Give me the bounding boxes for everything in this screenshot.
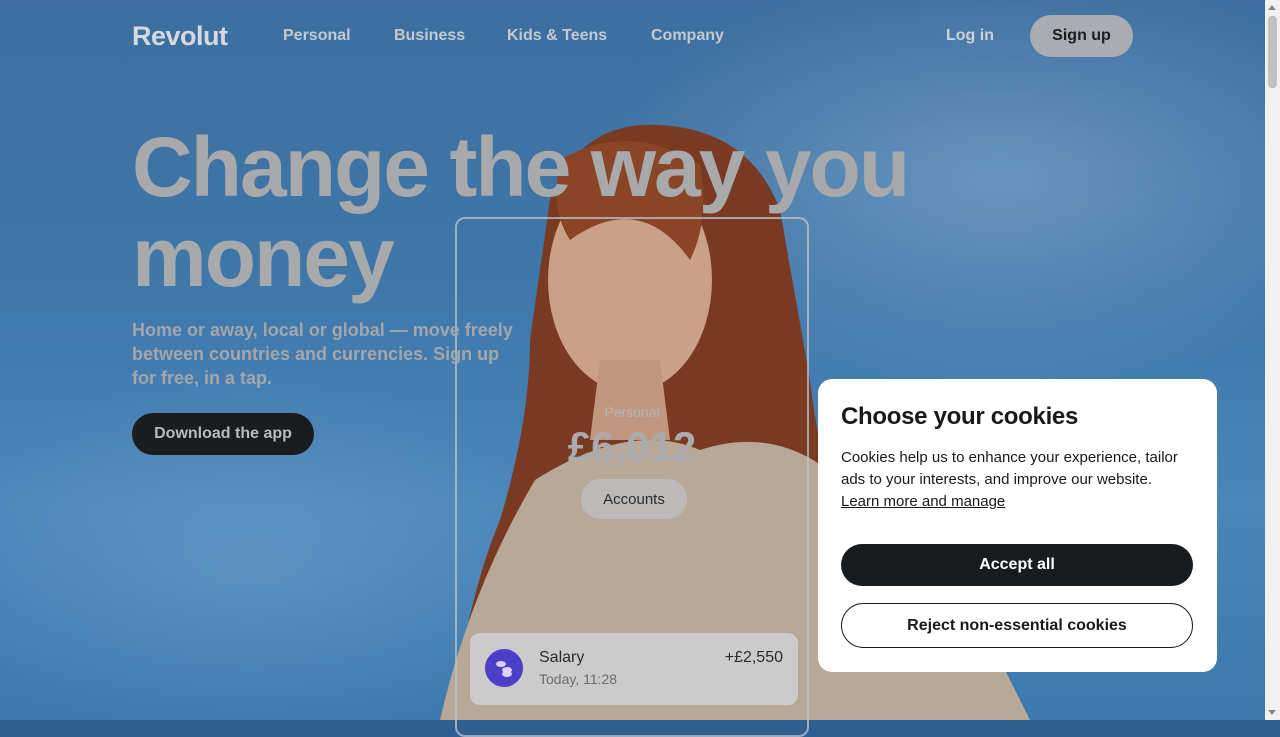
scroll-up-arrow-icon[interactable]	[1268, 5, 1276, 10]
login-link[interactable]: Log in	[946, 27, 994, 45]
cookie-dialog: Choose your cookies Cookies help us to e…	[818, 379, 1217, 672]
learn-more-link[interactable]: Learn more and manage	[841, 491, 1005, 513]
transaction-title: Salary	[539, 649, 585, 666]
cookie-body: Cookies help us to enhance your experien…	[841, 449, 1178, 488]
cookie-description: Cookies help us to enhance your experien…	[841, 447, 1186, 513]
nav-company[interactable]: Company	[651, 27, 724, 45]
download-app-button[interactable]: Download the app	[132, 413, 314, 455]
signup-button[interactable]: Sign up	[1030, 15, 1133, 57]
coins-icon	[485, 649, 523, 687]
account-label: Personal	[604, 404, 660, 420]
scroll-down-arrow-icon[interactable]	[1268, 710, 1276, 715]
nav-personal[interactable]: Personal	[283, 27, 351, 45]
transaction-time: Today, 11:28	[539, 671, 618, 687]
accounts-button[interactable]: Accounts	[581, 479, 687, 519]
hero-headline: Change the way you money	[132, 120, 910, 304]
revolut-logo[interactable]: Revolut	[132, 21, 228, 52]
scroll-thumb[interactable]	[1268, 16, 1277, 88]
nav-business[interactable]: Business	[394, 27, 465, 45]
transaction-amount: +£2,550	[724, 649, 783, 666]
cookie-title: Choose your cookies	[841, 403, 1079, 430]
page-scrollbar[interactable]	[1265, 0, 1280, 720]
nav-kids-teens[interactable]: Kids & Teens	[507, 27, 607, 45]
reject-cookies-button[interactable]: Reject non-essential cookies	[841, 603, 1193, 648]
top-navigation: Revolut Personal Business Kids & Teens C…	[132, 15, 1133, 57]
hero-subtext: Home or away, local or global — move fre…	[132, 320, 513, 388]
transaction-item: Salary Today, 11:28 +£2,550	[470, 633, 798, 705]
account-balance: £6,012	[567, 423, 697, 470]
accept-all-button[interactable]: Accept all	[841, 544, 1193, 586]
